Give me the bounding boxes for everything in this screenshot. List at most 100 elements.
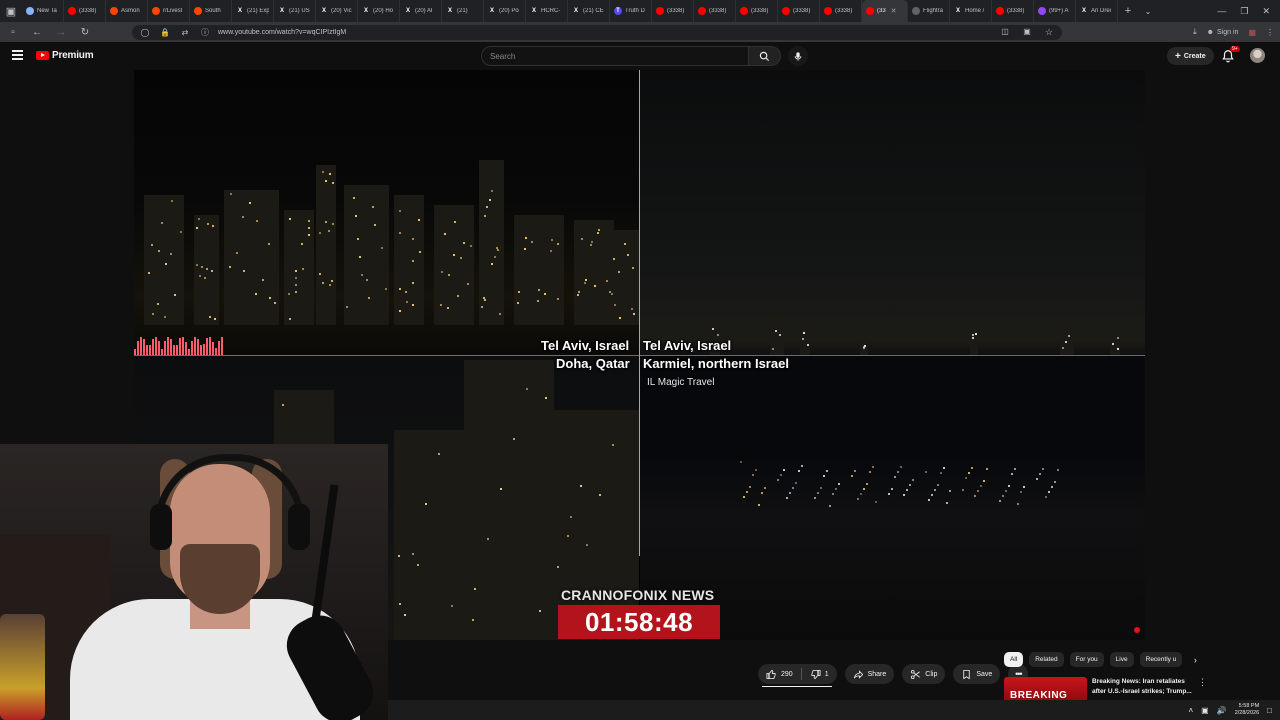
browser-tab[interactable]: (3338) — [652, 0, 694, 22]
building-silhouette — [1060, 325, 1074, 355]
browser-tab[interactable]: X Ari Drei — [1076, 0, 1118, 22]
location-label: Tel Aviv, Israel — [541, 338, 630, 353]
audio-visualizer — [134, 335, 223, 355]
reload-icon[interactable]: ↻ — [78, 27, 92, 38]
window-light — [497, 249, 499, 251]
browser-tab[interactable]: X (20) Al — [400, 0, 442, 22]
bookmark-star-icon[interactable]: ☆ — [1042, 27, 1056, 38]
vertical-dots-icon[interactable]: ⋮ — [1198, 677, 1207, 688]
youtube-logo[interactable]: Premium — [36, 50, 94, 61]
window-light — [441, 271, 443, 273]
page-info-icon[interactable]: ⓘ — [198, 27, 212, 38]
shield-icon[interactable]: ◯ — [138, 28, 152, 37]
clip-button[interactable]: Clip — [902, 664, 946, 684]
extension-icon[interactable]: ▦ — [1248, 28, 1256, 37]
taskbar-clock[interactable]: 5:58 PM 2/28/2026 — [1235, 703, 1259, 717]
dislike-button[interactable]: 1 — [802, 664, 837, 684]
search-input[interactable] — [481, 46, 749, 66]
tab-search-icon[interactable]: ⌄ — [1138, 7, 1158, 16]
browser-tab[interactable]: X (20) Vic — [316, 0, 358, 22]
window-light — [161, 222, 163, 224]
window-light — [368, 297, 370, 299]
browser-tab[interactable]: X (20) Po — [484, 0, 526, 22]
window-light — [211, 270, 213, 272]
url-text[interactable]: www.youtube.com/watch?v=wqCIPIztIgM — [218, 29, 346, 36]
browser-tab[interactable]: (3338) — [820, 0, 862, 22]
browser-tab[interactable]: X (21) US — [274, 0, 316, 22]
browser-tab[interactable]: X (21) Exp — [232, 0, 274, 22]
browser-tab[interactable]: X (21) CE — [568, 0, 610, 22]
notification-icon[interactable]: □ — [1267, 706, 1272, 715]
guide-menu-icon[interactable] — [12, 50, 23, 60]
town-light — [962, 489, 964, 491]
restore-icon[interactable]: ❐ — [1240, 6, 1248, 17]
address-bar[interactable]: ◯ 🔒 ⇄ ⓘ www.youtube.com/watch?v=wqCIPIzt… — [132, 24, 1062, 40]
chip-live[interactable]: Live — [1109, 652, 1134, 667]
new-tab-button[interactable]: + — [1118, 5, 1138, 17]
audio-bar — [146, 344, 148, 355]
menu-dots-icon[interactable]: ⋮ — [1266, 28, 1274, 37]
browser-tab[interactable]: Flightra — [908, 0, 950, 22]
browser-tab[interactable]: New Ta — [22, 0, 64, 22]
voice-search-button[interactable] — [788, 46, 808, 66]
lock-icon[interactable]: 🔒 — [158, 28, 172, 37]
browser-tab[interactable]: X HCRC- — [526, 0, 568, 22]
profile-icon: ☻ — [1206, 28, 1215, 36]
create-button[interactable]: + Create — [1167, 47, 1214, 65]
share-label: Share — [867, 670, 887, 678]
sign-in-button[interactable]: ☻ Sign in — [1207, 29, 1239, 36]
chevron-up-icon[interactable]: ˄ — [1188, 706, 1193, 715]
related-video[interactable]: BREAKING Breaking News: Iran retaliates … — [1004, 677, 1210, 701]
building-silhouette — [194, 215, 219, 325]
chip-all[interactable]: All — [1004, 652, 1024, 667]
audio-bar — [221, 337, 223, 355]
cast-icon[interactable]: ◫ — [998, 27, 1012, 38]
browser-tab[interactable]: (3338) — [64, 0, 106, 22]
volume-icon[interactable]: 🔊 — [1217, 706, 1227, 715]
tab-actions-icon[interactable]: ▣ — [0, 0, 22, 22]
save-button[interactable]: Save — [953, 664, 1001, 684]
download-icon[interactable]: ⤓ — [1193, 27, 1197, 37]
back-icon[interactable]: ← — [30, 27, 44, 38]
tab-title: (20) Ho — [373, 8, 394, 14]
close-window-icon[interactable]: ✕ — [1262, 6, 1270, 17]
related-video-title[interactable]: Breaking News: Iran retaliates after U.S… — [1092, 677, 1200, 696]
browser-tab[interactable]: South — [190, 0, 232, 22]
avatar[interactable] — [1250, 48, 1265, 63]
chip-related[interactable]: Related — [1029, 652, 1064, 667]
browser-tab[interactable]: X (20) Ho — [358, 0, 400, 22]
notification-badge: 9+ — [1230, 46, 1240, 52]
browser-tab[interactable]: (3338) — [778, 0, 820, 22]
browser-tab[interactable]: Asmon — [106, 0, 148, 22]
window-light — [551, 239, 553, 241]
taskbar: ˄ ▣ 🔊 5:58 PM 2/28/2026 □ — [388, 700, 1280, 720]
network-icon[interactable]: ▣ — [1201, 706, 1209, 715]
minimize-icon[interactable]: — — [1217, 6, 1226, 16]
browser-tab[interactable]: (99+) A — [1034, 0, 1076, 22]
search-button[interactable] — [749, 46, 781, 66]
forward-icon[interactable]: → — [54, 27, 68, 38]
like-button[interactable]: 290 — [758, 664, 801, 684]
browser-tab[interactable]: (3338) — [992, 0, 1034, 22]
browser-tab[interactable]: X Home / — [950, 0, 992, 22]
related-video-thumbnail[interactable]: BREAKING — [1004, 677, 1087, 701]
browser-tab[interactable]: X (21) — [442, 0, 484, 22]
tab-title: (99+) A — [1049, 8, 1069, 14]
tab-title: (21) CE — [583, 8, 604, 14]
browser-tab[interactable]: T Truth D — [610, 0, 652, 22]
pip-icon[interactable]: ▣ — [1020, 27, 1034, 38]
site-settings-icon[interactable]: ⇄ — [178, 28, 192, 37]
sidebar-toggle-icon[interactable]: ▫ — [6, 27, 20, 38]
browser-tab[interactable]: (3338) — [694, 0, 736, 22]
chip-recently-uploaded[interactable]: Recently u — [1139, 652, 1183, 667]
share-button[interactable]: Share — [844, 664, 895, 684]
chevron-right-icon[interactable]: › — [1188, 653, 1202, 667]
browser-tab[interactable]: (33 ✕ — [862, 0, 908, 22]
browser-tab[interactable]: r/Livest — [148, 0, 190, 22]
browser-tab[interactable]: (3338) — [736, 0, 778, 22]
window-light — [331, 280, 333, 282]
thumbs-down-icon — [811, 669, 821, 679]
tab-close-icon[interactable]: ✕ — [891, 7, 897, 15]
town-light — [823, 475, 825, 477]
chip-for-you[interactable]: For you — [1069, 652, 1104, 667]
